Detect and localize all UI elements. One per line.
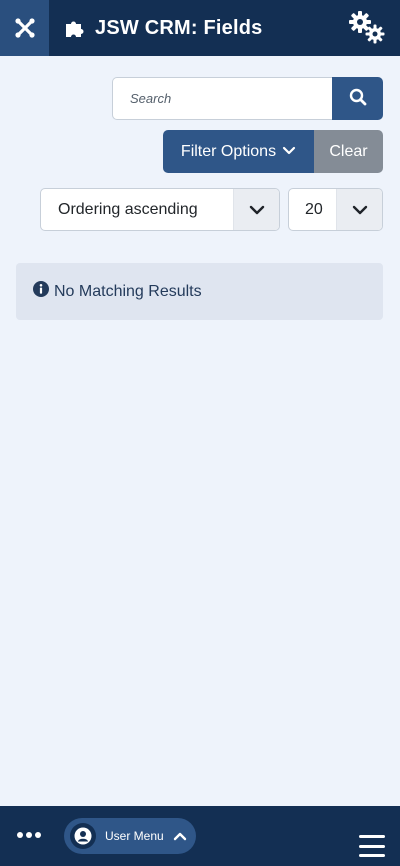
- ellipsis-icon[interactable]: [17, 825, 43, 845]
- puzzle-piece-icon: [64, 17, 86, 39]
- joomla-logo-icon[interactable]: [0, 0, 49, 56]
- bottom-toolbar: User Menu: [0, 806, 400, 866]
- list-limit-value: 20: [305, 200, 323, 218]
- user-menu-button[interactable]: User Menu: [64, 818, 196, 854]
- search-input[interactable]: [112, 77, 333, 120]
- info-circle-icon: [33, 281, 49, 302]
- user-menu-label: User Menu: [105, 829, 164, 843]
- search-button[interactable]: [332, 77, 383, 120]
- clear-button[interactable]: Clear: [314, 130, 383, 173]
- no-results-alert: No Matching Results: [16, 263, 383, 320]
- chevron-down-icon: [233, 189, 279, 230]
- ordering-select[interactable]: Ordering ascending: [40, 188, 280, 231]
- alert-message: No Matching Results: [54, 282, 202, 300]
- ordering-select-value: Ordering ascending: [58, 200, 198, 218]
- page-title-group: JSW CRM: Fields: [64, 0, 262, 56]
- top-header: JSW CRM: Fields: [0, 0, 400, 56]
- search-icon: [349, 88, 367, 109]
- page-title: JSW CRM: Fields: [95, 16, 263, 39]
- chevron-down-icon: [336, 189, 382, 230]
- filter-options-button[interactable]: Filter Options: [163, 130, 314, 173]
- hamburger-icon[interactable]: [359, 835, 385, 857]
- chevron-down-icon: [282, 143, 296, 161]
- list-limit-select[interactable]: 20: [288, 188, 383, 231]
- filter-options-label: Filter Options: [180, 142, 277, 160]
- chevron-up-icon: [173, 831, 187, 841]
- gears-icon[interactable]: [348, 10, 386, 44]
- user-avatar-icon: [70, 823, 96, 849]
